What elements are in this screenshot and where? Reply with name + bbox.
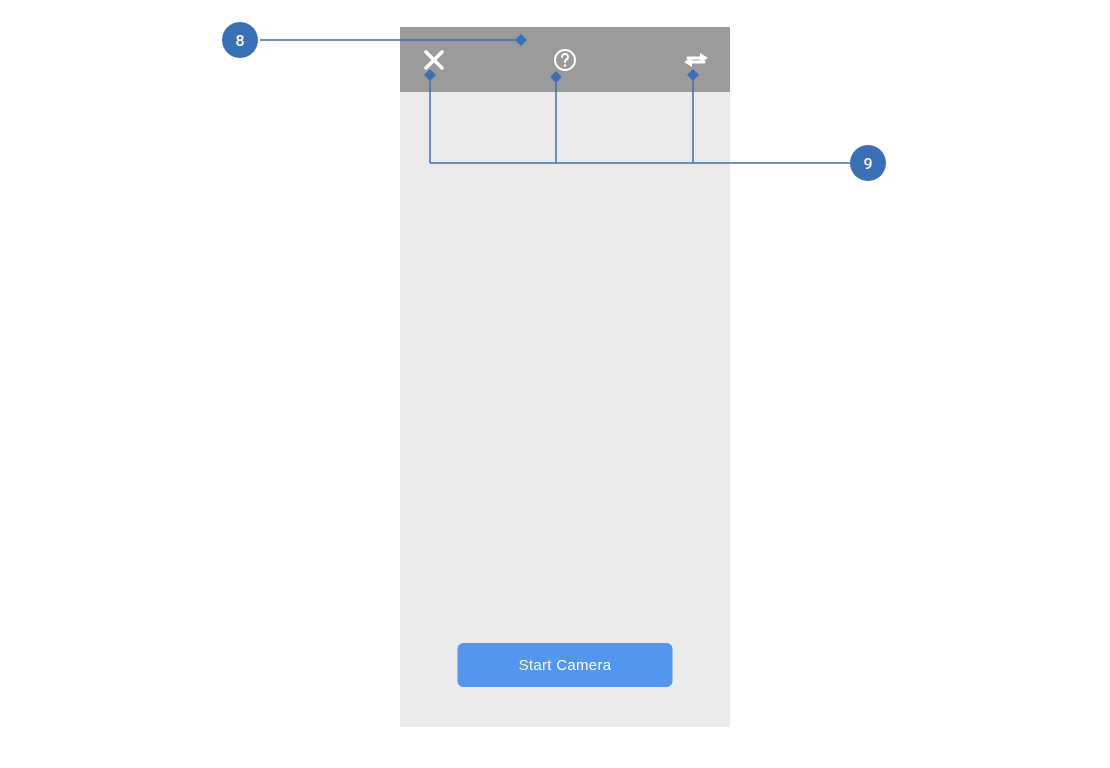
device-panel: Start Camera [400, 27, 730, 727]
close-icon[interactable] [420, 46, 448, 74]
start-camera-button[interactable]: Start Camera [458, 643, 673, 687]
callout-number: 9 [863, 154, 872, 173]
swap-icon[interactable] [682, 46, 710, 74]
callout-badge-9: 9 [850, 145, 886, 181]
device-header [400, 27, 730, 92]
help-icon[interactable] [551, 46, 579, 74]
callout-number: 8 [235, 31, 244, 50]
callout-badge-8: 8 [222, 22, 258, 58]
